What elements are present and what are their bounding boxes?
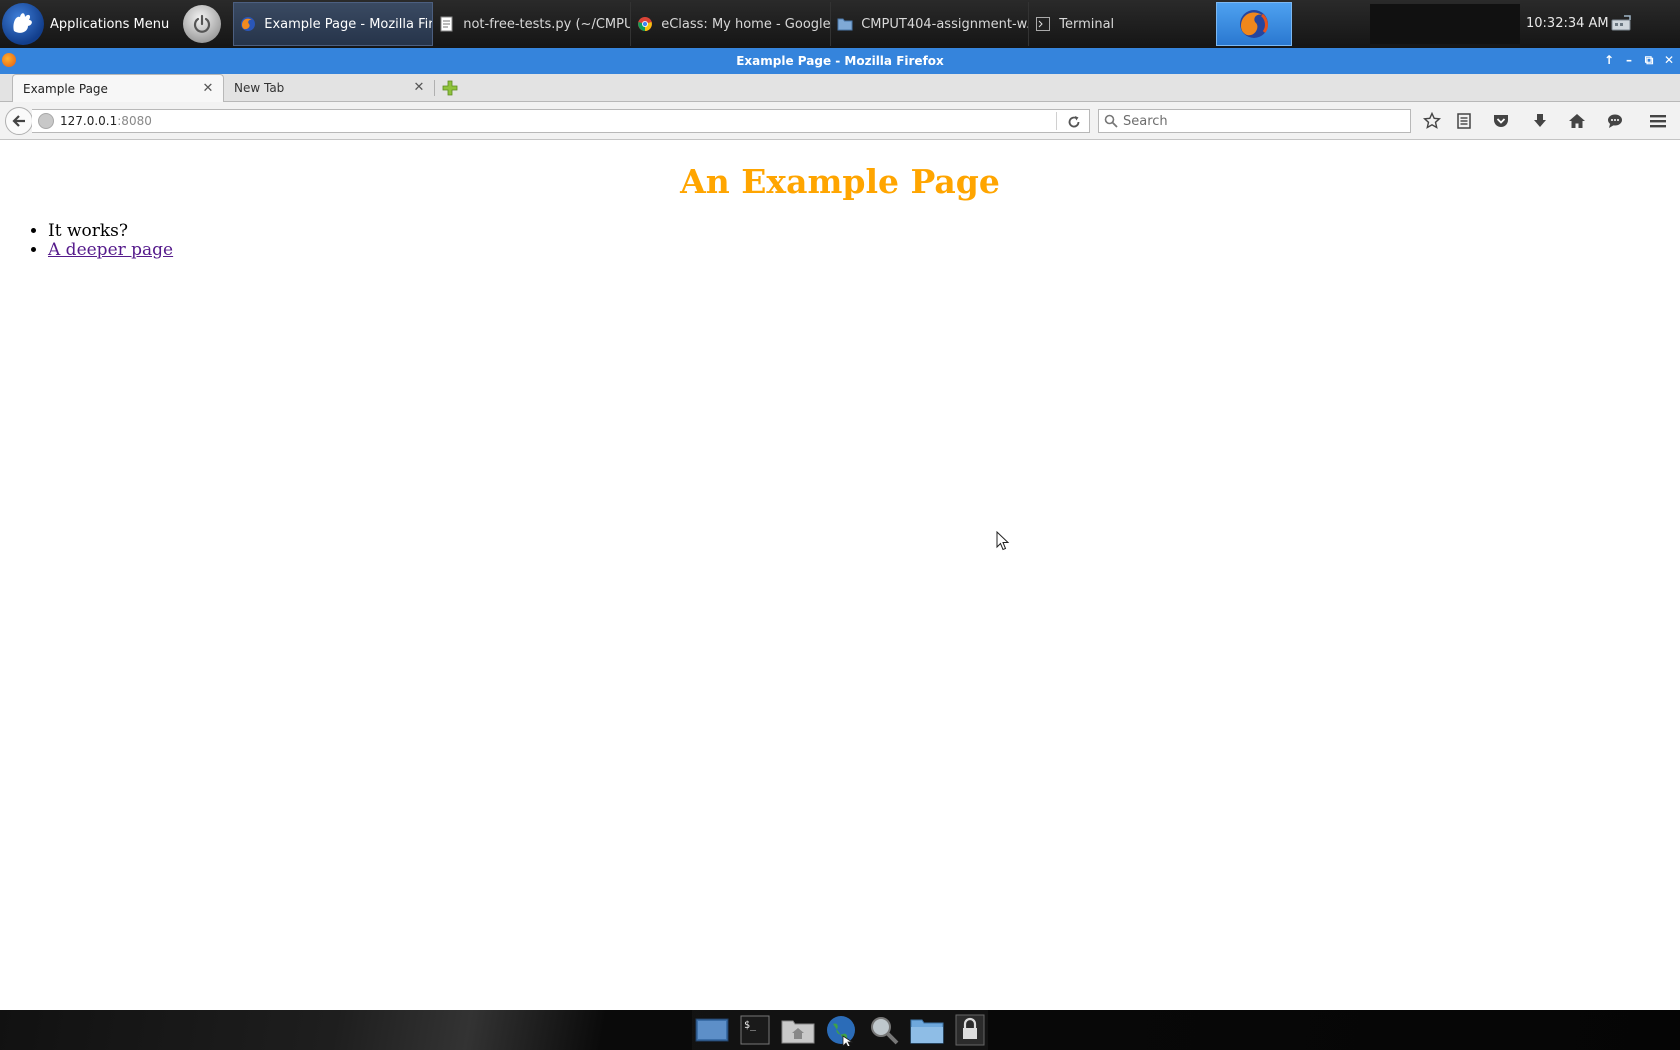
search-icon[interactable]: [867, 1012, 902, 1048]
taskbar-item-chrome[interactable]: eClass: My home - Google ...: [631, 2, 832, 46]
tab-strip: Example Page ✕ New Tab ✕: [0, 74, 1680, 102]
list-item: A deeper page: [48, 241, 173, 260]
mouse-cursor-icon: [996, 531, 1010, 551]
taskbar-item-label: not-free-tests.py (~/CMPU...: [463, 16, 632, 32]
search-bar[interactable]: [1098, 109, 1411, 133]
desktop-icon[interactable]: [694, 1012, 729, 1048]
close-tab-icon[interactable]: ✕: [412, 81, 426, 95]
taskbar-item-terminal[interactable]: Terminal: [1029, 2, 1149, 46]
terminal-icon[interactable]: $_: [737, 1012, 772, 1048]
window-title: Example Page - Mozilla Firefox: [736, 54, 944, 68]
taskbar-item-label: CMPUT404-assignment-w...: [861, 16, 1030, 32]
navigation-toolbar: 127.0.0.1:8080: [0, 102, 1680, 140]
taskbar-item-label: Terminal: [1059, 16, 1115, 32]
firefox-icon: [1240, 10, 1268, 38]
clock[interactable]: 10:32:34 AM: [1526, 0, 1609, 48]
applications-menu-button[interactable]: Applications Menu: [0, 0, 175, 48]
minimize-icon[interactable]: –: [1622, 52, 1636, 68]
plus-icon: [442, 80, 458, 96]
urlbar-divider: [1056, 112, 1057, 130]
firefox-launcher-button[interactable]: [1216, 2, 1292, 46]
download-icon[interactable]: [1530, 111, 1550, 131]
home-folder-icon[interactable]: [780, 1012, 815, 1048]
list-item: It works?: [48, 222, 173, 241]
url-text[interactable]: 127.0.0.1:8080: [60, 114, 152, 128]
page-title: An Example Page: [680, 162, 1000, 201]
site-identity-icon[interactable]: [38, 113, 54, 129]
applications-menu-label: Applications Menu: [50, 16, 170, 32]
home-icon[interactable]: [1567, 111, 1587, 131]
url-host: 127.0.0.1: [60, 114, 118, 128]
list-item-text: It works?: [48, 221, 129, 241]
svg-text:$_: $_: [744, 1020, 757, 1031]
file-manager-icon[interactable]: [910, 1012, 945, 1048]
url-bar[interactable]: 127.0.0.1:8080: [32, 109, 1090, 133]
tab-divider: [434, 80, 435, 96]
web-browser-icon[interactable]: [823, 1012, 858, 1048]
power-button-icon[interactable]: [183, 5, 222, 43]
taskbar-item-label: eClass: My home - Google ...: [661, 16, 832, 32]
bookmark-star-icon[interactable]: [1422, 111, 1442, 131]
taskbar-item-editor[interactable]: not-free-tests.py (~/CMPU...: [433, 2, 632, 46]
network-icon[interactable]: [1610, 14, 1634, 34]
terminal-icon: [1035, 16, 1051, 32]
chrome-icon: [637, 16, 653, 32]
panel-spacer: [1370, 4, 1520, 44]
dock: $_: [692, 1010, 988, 1050]
taskbar-item-files[interactable]: CMPUT404-assignment-w...: [831, 2, 1030, 46]
new-tab-button[interactable]: [440, 78, 460, 98]
firefox-icon[interactable]: [2, 53, 16, 67]
search-icon: [1103, 113, 1119, 129]
url-port: :8080: [117, 114, 152, 128]
window-titlebar[interactable]: Example Page - Mozilla Firefox ↑ – ⧉ ✕: [0, 48, 1680, 74]
reload-icon[interactable]: [1065, 113, 1083, 131]
lock-icon[interactable]: [953, 1012, 988, 1048]
taskbar-item-firefox[interactable]: Example Page - Mozilla Fir...: [233, 2, 434, 46]
tab-label: Example Page: [23, 81, 108, 96]
reading-list-icon[interactable]: [1454, 111, 1474, 131]
tab-new-tab[interactable]: New Tab ✕: [224, 74, 434, 102]
taskbar-item-label: Example Page - Mozilla Fir...: [264, 16, 434, 32]
back-button[interactable]: [5, 107, 33, 135]
search-input[interactable]: [1123, 113, 1393, 129]
maximize-icon[interactable]: ⧉: [1642, 52, 1656, 68]
xfce-logo-icon: [2, 3, 44, 45]
hamburger-menu-icon[interactable]: [1648, 111, 1668, 131]
back-arrow-icon: [12, 115, 25, 127]
firefox-icon: [240, 16, 256, 32]
close-tab-icon[interactable]: ✕: [201, 82, 215, 96]
tab-example-page[interactable]: Example Page ✕: [12, 74, 224, 102]
tab-label: New Tab: [234, 81, 285, 95]
close-icon[interactable]: ✕: [1662, 52, 1676, 68]
chat-icon[interactable]: [1605, 111, 1625, 131]
page-list: It works? A deeper page: [48, 222, 173, 260]
pocket-icon[interactable]: [1491, 111, 1511, 131]
folder-icon: [837, 16, 853, 32]
pin-icon[interactable]: ↑: [1602, 52, 1616, 68]
deeper-page-link[interactable]: A deeper page: [48, 240, 173, 260]
page-viewport: An Example Page It works? A deeper page: [0, 140, 1680, 1010]
text-editor-icon: [439, 16, 455, 32]
